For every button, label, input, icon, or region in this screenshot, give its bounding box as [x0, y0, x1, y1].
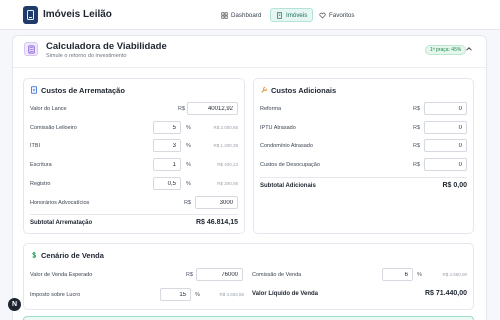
currency-prefix: R$	[186, 272, 194, 278]
valor-venda-input[interactable]	[196, 268, 243, 281]
divider	[260, 177, 467, 178]
subtotal-adicionais-label: Subtotal Adicionais	[260, 183, 316, 189]
currency-prefix: R$	[413, 125, 421, 131]
field-label: Custos de Desocupação	[260, 162, 320, 168]
floating-action-button[interactable]: N	[8, 298, 21, 311]
comissao-venda-input[interactable]	[382, 268, 413, 281]
percent-suffix: %	[417, 272, 422, 278]
wrench-icon	[261, 86, 268, 93]
calculator-subtitle: Simule o retorno do investimento	[46, 53, 127, 59]
grid-icon	[221, 11, 228, 19]
logo-icon[interactable]	[23, 6, 38, 24]
computed-value: R$ 2.000,65	[213, 125, 238, 130]
field-label: Condomínio Atrasado	[260, 143, 313, 149]
nav-favoritos[interactable]: Favoritos	[314, 8, 359, 22]
field-label: Escritura	[30, 162, 52, 168]
iptu-atrasado-input[interactable]	[424, 121, 467, 134]
field-label: Comissão de Venda	[252, 272, 302, 278]
nav-dashboard[interactable]: Dashboard	[216, 8, 266, 22]
nav-dashboard-label: Dashboard	[231, 11, 262, 19]
custos-desocupacao-input[interactable]	[424, 158, 467, 171]
praca-badge: 1ª praça: 45%	[425, 45, 467, 55]
file-text-icon	[31, 86, 37, 94]
valor-liquido-value: R$ 71.440,00	[424, 290, 467, 297]
currency-prefix: R$	[413, 162, 421, 168]
field-label: Honorários Advocatícios	[30, 200, 90, 206]
honorarios-input[interactable]	[195, 196, 238, 209]
computed-value: R$ 4.560,00	[442, 272, 467, 277]
condominio-atrasado-input[interactable]	[424, 139, 467, 152]
currency-prefix: R$	[184, 200, 192, 206]
currency-prefix: R$	[413, 143, 421, 149]
building-icon	[277, 11, 282, 19]
field-label: Reforma	[260, 106, 282, 112]
subtotal-arrematacao-label: Subtotal Arrematação	[30, 220, 93, 226]
field-label: Valor do Lance	[30, 106, 67, 112]
header-divider	[13, 67, 486, 68]
currency-prefix: R$	[178, 106, 186, 112]
itbi-input[interactable]	[153, 139, 181, 152]
subtotal-arrematacao-value: R$ 46.814,15	[195, 219, 238, 226]
comissao-leiloeiro-input[interactable]	[153, 121, 181, 134]
field-label: Registro	[30, 181, 51, 187]
percent-suffix: %	[186, 162, 191, 168]
nav-imoveis[interactable]: Imóveis	[270, 8, 314, 22]
next-section-card	[23, 316, 474, 320]
percent-suffix: %	[186, 181, 191, 187]
computed-value: R$ 400,13	[217, 162, 238, 167]
escritura-input[interactable]	[153, 158, 181, 171]
subtotal-adicionais-value: R$ 0,00	[442, 182, 467, 189]
custos-arrematacao-title: Custos de Arrematação	[41, 86, 125, 95]
fab-label: N	[11, 301, 18, 308]
app-title[interactable]: Imóveis Leilão	[43, 9, 112, 20]
field-label: Imposto sobre Lucro	[30, 292, 81, 298]
valor-liquido-label: Valor Líquido de Venda	[252, 291, 319, 297]
currency-prefix: R$	[413, 106, 421, 112]
field-label: Comissão Leiloeiro	[30, 125, 77, 131]
divider	[30, 214, 238, 215]
percent-suffix: %	[186, 125, 191, 131]
custos-adicionais-title: Custos Adicionais	[271, 86, 337, 95]
dollar-icon	[32, 251, 37, 259]
percent-suffix: %	[195, 292, 200, 298]
chevron-up-icon[interactable]	[465, 45, 473, 53]
computed-value: R$ 200,06	[217, 181, 238, 186]
reforma-input[interactable]	[424, 102, 467, 115]
nav-imoveis-label: Imóveis	[286, 11, 308, 19]
calculator-icon	[24, 42, 38, 56]
field-label: IPTU Atrasado	[260, 125, 296, 131]
imposto-lucro-input[interactable]	[160, 288, 191, 301]
computed-value: R$ 1.200,39	[213, 143, 238, 148]
computed-value: R$ 3.693,88	[219, 292, 244, 297]
cenario-venda-title: Cenário de Venda	[41, 251, 104, 260]
percent-suffix: %	[186, 143, 191, 149]
registro-input[interactable]	[153, 177, 181, 190]
field-label: Valor de Venda Esperado	[30, 272, 93, 278]
top-navbar: Imóveis Leilão Dashboard Imóveis Favorit…	[0, 0, 500, 30]
nav-favoritos-label: Favoritos	[329, 11, 355, 19]
calculator-title: Calculadora de Viabilidade	[46, 41, 167, 52]
heart-icon	[319, 12, 326, 18]
field-label: ITBI	[30, 143, 41, 149]
valor-lance-input[interactable]	[187, 102, 238, 115]
